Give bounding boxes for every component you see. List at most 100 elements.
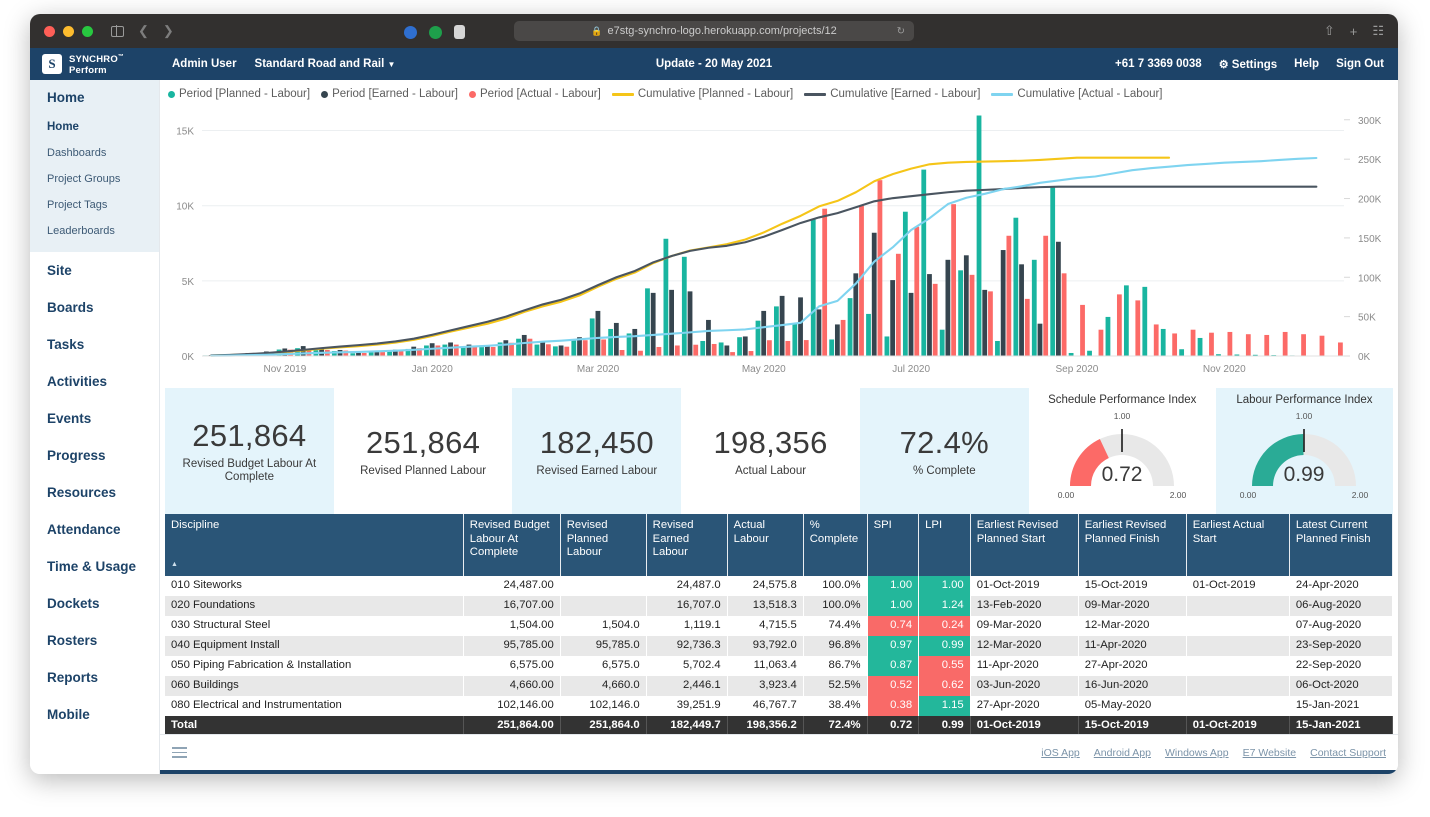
- sidebar-item-mobile[interactable]: Mobile: [30, 696, 159, 733]
- discipline-table-wrap[interactable]: Discipline ▲ Revised Budget Labour At Comp…: [160, 514, 1398, 734]
- table-col-header-4[interactable]: Actual Labour: [727, 514, 804, 576]
- sidebar-item-time-usage[interactable]: Time & Usage: [30, 548, 159, 585]
- table-col-header-8[interactable]: Earliest Revised Planned Start: [970, 514, 1079, 576]
- legend-item-0[interactable]: Period [Planned - Labour]: [168, 88, 310, 100]
- new-tab-icon[interactable]: +: [1350, 24, 1358, 39]
- cell-finish: 12-Mar-2020: [1078, 615, 1187, 636]
- table-row[interactable]: 010 Siteworks 24,487.00 24,487.0 24,575.8 10…: [165, 575, 1394, 596]
- table-col-header-9[interactable]: Earliest Revised Planned Finish: [1078, 514, 1187, 576]
- sidebar-item-project-groups[interactable]: Project Groups: [30, 166, 159, 192]
- close-window-button[interactable]: [44, 25, 55, 37]
- project-name: Standard Road and Rail: [254, 58, 385, 70]
- footer-link-4[interactable]: Contact Support: [1310, 747, 1386, 759]
- reader-view-icon[interactable]: [454, 25, 465, 39]
- kpi-value: 72.4%: [899, 424, 989, 460]
- table-row[interactable]: 020 Foundations 16,707.00 16,707.0 13,518.3…: [165, 595, 1394, 616]
- table-row[interactable]: 040 Equipment Install 95,785.00 95,785.0 92…: [165, 635, 1394, 656]
- kpi-value: 198,356: [713, 424, 828, 460]
- back-arrow-icon[interactable]: ❮: [138, 23, 149, 39]
- total-cell-start: 01-Oct-2019: [970, 715, 1079, 734]
- table-row[interactable]: 080 Electrical and Instrumentation 102,14…: [165, 695, 1394, 716]
- settings-link[interactable]: ⚙ Settings: [1219, 58, 1277, 71]
- footer-link-3[interactable]: E7 Website: [1243, 747, 1297, 759]
- sidebar-item-home-active[interactable]: Home: [30, 80, 159, 114]
- total-cell-planned: 251,864.0: [560, 715, 647, 734]
- sidebar-item-events[interactable]: Events: [30, 400, 159, 437]
- table-row[interactable]: 060 Buildings 4,660.00 4,660.0 2,446.1 3,923…: [165, 675, 1394, 696]
- kpi-caption: Revised Budget Labour At Complete: [182, 458, 317, 483]
- show-tabs-icon[interactable]: ☷: [1372, 23, 1384, 39]
- legend-item-4[interactable]: Cumulative [Earned - Labour]: [804, 88, 980, 100]
- share-icon[interactable]: ⇧: [1324, 23, 1335, 39]
- extension-two-icon[interactable]: [429, 25, 442, 39]
- gauge-target-label: 1.00: [1296, 411, 1313, 421]
- sidebar-item-leaderboards[interactable]: Leaderboards: [30, 218, 159, 244]
- gauge-dial: 1.00 0.99 0.00 2.00: [1240, 411, 1369, 500]
- project-selector[interactable]: Standard Road and Rail ▼: [255, 58, 396, 70]
- sidebar-item-project-tags[interactable]: Project Tags: [30, 192, 159, 218]
- extension-one-icon[interactable]: [404, 25, 417, 39]
- table-col-header-11[interactable]: Latest Current Planned Finish: [1289, 514, 1394, 576]
- minimize-window-button[interactable]: [63, 25, 74, 37]
- sidebar-item-dashboards[interactable]: Dashboards: [30, 140, 159, 166]
- sidebar-toggle-icon[interactable]: [111, 24, 124, 38]
- table-col-header-6[interactable]: SPI: [867, 514, 920, 576]
- sidebar-item-progress[interactable]: Progress: [30, 437, 159, 474]
- brand-name: SYNCHRO: [69, 54, 118, 66]
- cell-earned: 92,736.3: [646, 635, 728, 656]
- sidebar-item-dockets[interactable]: Dockets: [30, 585, 159, 622]
- footer-link-1[interactable]: Android App: [1094, 747, 1151, 759]
- address-bar[interactable]: 🔒 e7stg-synchro-logo.herokuapp.com/proje…: [514, 21, 914, 41]
- app-logo[interactable]: S SYNCHRO™ Perform: [30, 48, 160, 80]
- table-col-header-1[interactable]: Revised Budget Labour At Complete: [463, 514, 561, 576]
- kpi-card-3: 198,356 Actual Labour: [686, 388, 855, 514]
- table-col-header-0[interactable]: Discipline ▲: [165, 514, 464, 576]
- cell-finish: 05-May-2020: [1078, 695, 1187, 716]
- sidebar-item-attendance[interactable]: Attendance: [30, 511, 159, 548]
- sidebar-item-tasks[interactable]: Tasks: [30, 326, 159, 363]
- kpi-caption: Revised Planned Labour: [360, 464, 487, 477]
- table-row[interactable]: 030 Structural Steel 1,504.00 1,504.0 1,119…: [165, 615, 1394, 636]
- lock-icon: 🔒: [591, 25, 603, 36]
- sidebar-item-resources[interactable]: Resources: [30, 474, 159, 511]
- help-link[interactable]: Help: [1294, 58, 1319, 70]
- maximize-window-button[interactable]: [82, 25, 93, 37]
- table-row[interactable]: 050 Piping Fabrication & Installation 6,5…: [165, 655, 1394, 676]
- sidebar-item-rosters[interactable]: Rosters: [30, 622, 159, 659]
- legend-item-3[interactable]: Cumulative [Planned - Labour]: [611, 88, 793, 100]
- labour-progress-chart[interactable]: 0K 5K 10K 15K 0K 50K 100K 150K 200K 250K 300K Nov 2…: [160, 102, 1394, 384]
- reload-icon[interactable]: ↻: [897, 26, 905, 37]
- sidebar-item-home[interactable]: Home: [30, 114, 159, 140]
- admin-user-label[interactable]: Admin User: [172, 58, 237, 70]
- kpi-card-4: 72.4% % Complete: [859, 388, 1029, 514]
- kpi-value: 251,864: [366, 424, 481, 460]
- legend-item-1[interactable]: Period [Earned - Labour]: [321, 88, 458, 100]
- sidebar-subgroup: Home Dashboards Project Groups Project T…: [30, 114, 159, 252]
- cell-start: 03-Jun-2020: [970, 675, 1079, 696]
- legend-item-5[interactable]: Cumulative [Actual - Labour]: [991, 88, 1163, 100]
- cell-discipline: 010 Siteworks: [165, 575, 464, 596]
- table-col-header-2[interactable]: Revised Planned Labour: [560, 514, 647, 576]
- footer-link-2[interactable]: Windows App: [1165, 747, 1229, 759]
- sidebar-item-site[interactable]: Site: [30, 252, 159, 289]
- total-cell-complete: 72.4%: [803, 715, 868, 734]
- window-controls[interactable]: [44, 25, 93, 37]
- hamburger-menu-icon[interactable]: [172, 747, 187, 758]
- footer-link-0[interactable]: iOS App: [1041, 747, 1080, 759]
- forward-arrow-icon[interactable]: ❯: [163, 23, 174, 39]
- sign-out-link[interactable]: Sign Out: [1336, 58, 1384, 70]
- kpi-card-1: 251,864 Revised Planned Labour: [339, 388, 508, 514]
- sidebar-item-activities[interactable]: Activities: [30, 363, 159, 400]
- cell-budget: 102,146.00: [463, 695, 561, 716]
- legend-item-2[interactable]: Period [Actual - Labour]: [469, 88, 601, 100]
- legend-label: Cumulative [Earned - Labour]: [830, 88, 981, 100]
- cell-actual_start: [1186, 695, 1290, 716]
- sidebar-item-reports[interactable]: Reports: [30, 659, 159, 696]
- table-col-header-10[interactable]: Earliest Actual Start: [1186, 514, 1290, 576]
- table-col-header-7[interactable]: LPI: [918, 514, 971, 576]
- sidebar-item-boards[interactable]: Boards: [30, 289, 159, 326]
- cell-discipline: 050 Piping Fabrication & Installation: [165, 655, 464, 676]
- table-col-header-3[interactable]: Revised Earned Labour: [646, 514, 728, 576]
- table-col-header-5[interactable]: % Complete: [803, 514, 868, 576]
- cell-spi: 0.38: [867, 695, 920, 716]
